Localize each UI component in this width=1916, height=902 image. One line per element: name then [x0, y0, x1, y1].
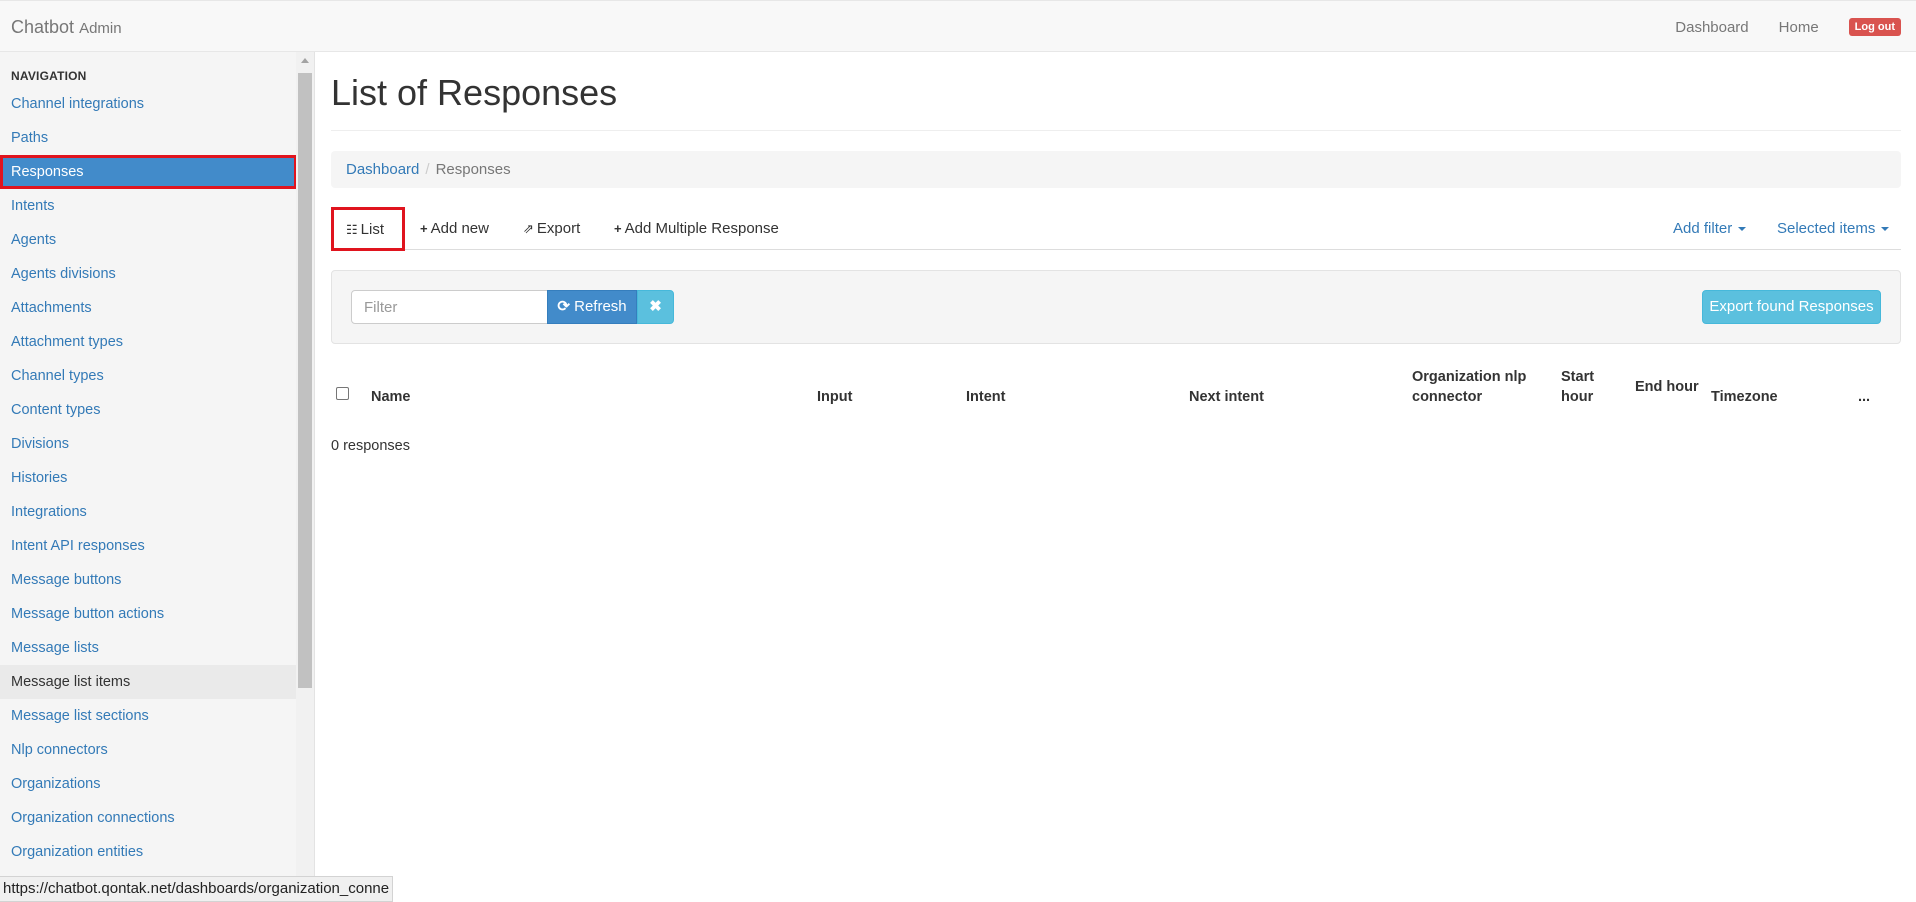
sidebar-item-message-button-actions[interactable]: Message button actions: [0, 597, 297, 631]
sidebar-item-organizations[interactable]: Organizations: [0, 767, 297, 801]
breadcrumb-current: Responses: [435, 161, 511, 178]
plus-icon: +: [420, 221, 428, 236]
column-header-start-hour[interactable]: Start hour: [1561, 367, 1606, 407]
share-icon: ⇗: [523, 221, 534, 236]
tab-export[interactable]: ⇗ Export: [523, 207, 580, 250]
scroll-up-arrow-icon[interactable]: [301, 58, 309, 63]
filter-input[interactable]: [351, 290, 548, 324]
caret-down-icon: [1881, 227, 1890, 232]
column-header-organization-nlp-connector[interactable]: Organization nlp connector: [1412, 367, 1542, 407]
column-header-next-intent[interactable]: Next intent: [1189, 387, 1264, 407]
brand[interactable]: Chatbot Admin: [11, 17, 122, 38]
column-header-timezone[interactable]: Timezone: [1711, 387, 1778, 407]
sidebar-item-organization-connections[interactable]: Organization connections: [0, 801, 297, 835]
column-header-end-hour[interactable]: End hour: [1635, 377, 1699, 397]
close-icon: ✖: [649, 298, 662, 315]
clear-filter-button[interactable]: ✖: [637, 290, 674, 324]
selected-items-dropdown[interactable]: Selected items: [1777, 207, 1890, 250]
sidebar-item-attachment-types[interactable]: Attachment types: [0, 325, 297, 359]
sidebar-item-agents[interactable]: Agents: [0, 223, 297, 257]
breadcrumb-separator: /: [425, 161, 430, 178]
sidebar-item-message-lists[interactable]: Message lists: [0, 631, 297, 665]
breadcrumb: Dashboard / Responses: [331, 151, 1901, 188]
add-filter-label: Add filter: [1673, 220, 1733, 237]
brand-sub: Admin: [79, 20, 122, 37]
action-tabs: ☷ List + Add new ⇗ Export + Add Multiple Res…: [331, 207, 1901, 251]
column-header-intent[interactable]: Intent: [966, 387, 1005, 407]
plus-icon: +: [614, 221, 622, 236]
tab-add-multiple-label: Add Multiple Response: [624, 220, 779, 237]
sidebar-header: NAVIGATION: [11, 69, 87, 83]
navbar-dashboard-link[interactable]: Dashboard: [1675, 19, 1748, 36]
sidebar-item-intents[interactable]: Intents: [0, 189, 297, 223]
sidebar-item-integrations[interactable]: Integrations: [0, 495, 297, 529]
selected-items-label: Selected items: [1777, 220, 1876, 237]
sidebar-scrollbar-thumb[interactable]: [298, 73, 312, 688]
add-filter-dropdown[interactable]: Add filter: [1673, 207, 1747, 250]
top-navbar: Chatbot Admin Dashboard Home Log out: [0, 0, 1916, 52]
select-all-checkbox[interactable]: [336, 387, 349, 400]
tab-add-new-label: Add new: [430, 220, 489, 237]
export-found-button[interactable]: Export found Responses: [1702, 290, 1881, 324]
sidebar-item-organization-entities[interactable]: Organization entities: [0, 835, 297, 869]
sidebar-item-responses[interactable]: Responses: [0, 155, 297, 189]
tab-export-label: Export: [536, 220, 581, 237]
column-header-name[interactable]: Name: [371, 387, 411, 407]
navbar-right: Dashboard Home Log out: [1675, 1, 1916, 53]
caret-down-icon: [1738, 227, 1747, 232]
sidebar-item-channel-types[interactable]: Channel types: [0, 359, 297, 393]
refresh-button[interactable]: ⟳ Refresh: [547, 290, 637, 324]
list-icon: ☷: [346, 222, 358, 237]
table-header: Name Input Intent Next intent Organizati…: [331, 364, 1901, 414]
brand-name: Chatbot: [11, 17, 75, 37]
sidebar-item-agents-divisions[interactable]: Agents divisions: [0, 257, 297, 291]
result-count: 0 responses: [331, 438, 410, 454]
column-header-more[interactable]: ...: [1858, 387, 1870, 407]
sidebar: NAVIGATION Channel integrations Paths Re…: [0, 52, 315, 902]
tab-add-multiple-response[interactable]: + Add Multiple Response: [614, 207, 779, 250]
sidebar-item-message-list-sections[interactable]: Message list sections: [0, 699, 297, 733]
column-header-input[interactable]: Input: [817, 387, 852, 407]
refresh-label: Refresh: [574, 298, 627, 315]
sidebar-scrollbar[interactable]: [296, 52, 314, 902]
tab-list-label: List: [360, 221, 384, 238]
sidebar-item-histories[interactable]: Histories: [0, 461, 297, 495]
sidebar-item-message-buttons[interactable]: Message buttons: [0, 563, 297, 597]
sidebar-item-intent-api-responses[interactable]: Intent API responses: [0, 529, 297, 563]
breadcrumb-dashboard-link[interactable]: Dashboard: [346, 161, 419, 178]
logout-button[interactable]: Log out: [1848, 18, 1901, 36]
navbar-home-link[interactable]: Home: [1779, 19, 1819, 36]
status-bar-url: https://chatbot.qontak.net/dashboards/or…: [0, 876, 393, 902]
sidebar-item-divisions[interactable]: Divisions: [0, 427, 297, 461]
sidebar-item-message-list-items[interactable]: Message list items: [0, 665, 297, 699]
tab-list[interactable]: ☷ List: [331, 207, 405, 251]
sidebar-item-content-types[interactable]: Content types: [0, 393, 297, 427]
filter-panel: ⟳ Refresh ✖ Export found Responses: [331, 270, 1901, 344]
tab-add-new[interactable]: + Add new: [420, 207, 489, 250]
page-title: List of Responses: [331, 72, 618, 113]
sidebar-nav-list: Channel integrations Paths Responses Int…: [0, 87, 297, 869]
refresh-icon: ⟳: [557, 298, 570, 315]
title-divider: [331, 130, 1901, 131]
sidebar-item-channel-integrations[interactable]: Channel integrations: [0, 87, 297, 121]
sidebar-item-paths[interactable]: Paths: [0, 121, 297, 155]
sidebar-item-nlp-connectors[interactable]: Nlp connectors: [0, 733, 297, 767]
sidebar-item-attachments[interactable]: Attachments: [0, 291, 297, 325]
